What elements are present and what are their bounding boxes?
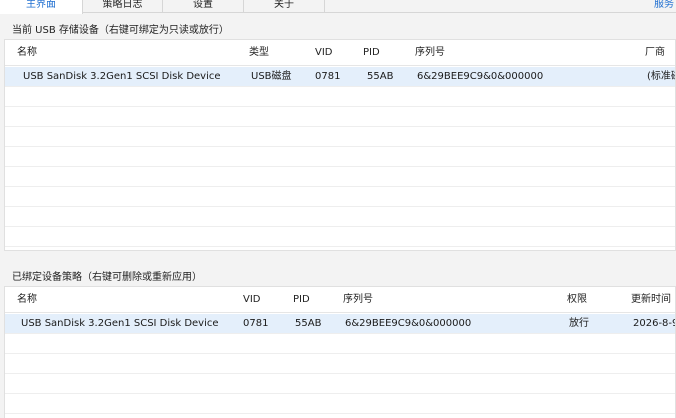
cell-vendor: (标准磁 [647, 71, 675, 82]
col-name[interactable]: 名称 [17, 287, 37, 313]
cell-pid: 55AB [295, 318, 322, 329]
empty-row [5, 374, 675, 394]
empty-row [5, 147, 675, 167]
tab-settings[interactable]: 设置 [163, 0, 244, 13]
table-row[interactable]: USB SanDisk 3.2Gen1 SCSI Disk Device 078… [5, 314, 675, 334]
empty-row [5, 334, 675, 354]
tab-bar: 主界面 策略日志 设置 关于 服务 [0, 0, 676, 14]
col-vid[interactable]: VID [315, 40, 333, 66]
col-serial[interactable]: 序列号 [343, 287, 373, 313]
bound-table-header: 名称 VID PID 序列号 权限 更新时间 [5, 287, 675, 313]
bound-policies-table: 名称 VID PID 序列号 权限 更新时间 USB SanDisk 3.2Ge… [4, 286, 676, 418]
col-type[interactable]: 类型 [249, 40, 269, 66]
cell-permission: 放行 [569, 318, 589, 329]
empty-row [5, 127, 675, 147]
empty-row [5, 87, 675, 107]
cell-name: USB SanDisk 3.2Gen1 SCSI Disk Device [21, 318, 219, 329]
cell-serial: 6&29BEE9C9&0&000000 [417, 71, 544, 82]
tab-main[interactable]: 主界面 [0, 0, 83, 14]
cell-pid: 55AB [367, 71, 394, 82]
tab-about[interactable]: 关于 [244, 0, 325, 13]
empty-row [5, 394, 675, 414]
cell-updated-time: 2026-8-9 [633, 318, 676, 329]
table-row[interactable]: USB SanDisk 3.2Gen1 SCSI Disk Device USB… [5, 67, 675, 87]
bound-policies-title: 已绑定设备策略（右键可删除或重新应用） [12, 272, 202, 283]
empty-row [5, 207, 675, 227]
empty-row [5, 167, 675, 187]
col-name[interactable]: 名称 [17, 40, 37, 66]
col-serial[interactable]: 序列号 [415, 40, 445, 66]
col-vendor[interactable]: 厂商 [645, 40, 665, 66]
current-devices-table: 名称 类型 VID PID 序列号 厂商 USB SanDisk 3.2Gen1… [4, 39, 676, 251]
col-updated-time[interactable]: 更新时间 [631, 287, 671, 313]
tab-service[interactable]: 服务 [654, 0, 676, 13]
col-permission[interactable]: 权限 [567, 287, 587, 313]
cell-vid: 0781 [243, 318, 269, 329]
empty-row [5, 354, 675, 374]
empty-row [5, 227, 675, 247]
empty-row [5, 187, 675, 207]
current-devices-title: 当前 USB 存储设备（右键可绑定为只读或放行） [12, 25, 229, 36]
cell-type: USB磁盘 [251, 71, 292, 82]
cell-vid: 0781 [315, 71, 341, 82]
current-table-header: 名称 类型 VID PID 序列号 厂商 [5, 40, 675, 66]
col-pid[interactable]: PID [293, 287, 310, 313]
empty-row [5, 107, 675, 127]
col-vid[interactable]: VID [243, 287, 261, 313]
col-pid[interactable]: PID [363, 40, 380, 66]
cell-serial: 6&29BEE9C9&0&000000 [345, 318, 472, 329]
cell-name: USB SanDisk 3.2Gen1 SCSI Disk Device [23, 71, 221, 82]
tab-policy-log[interactable]: 策略日志 [83, 0, 163, 13]
